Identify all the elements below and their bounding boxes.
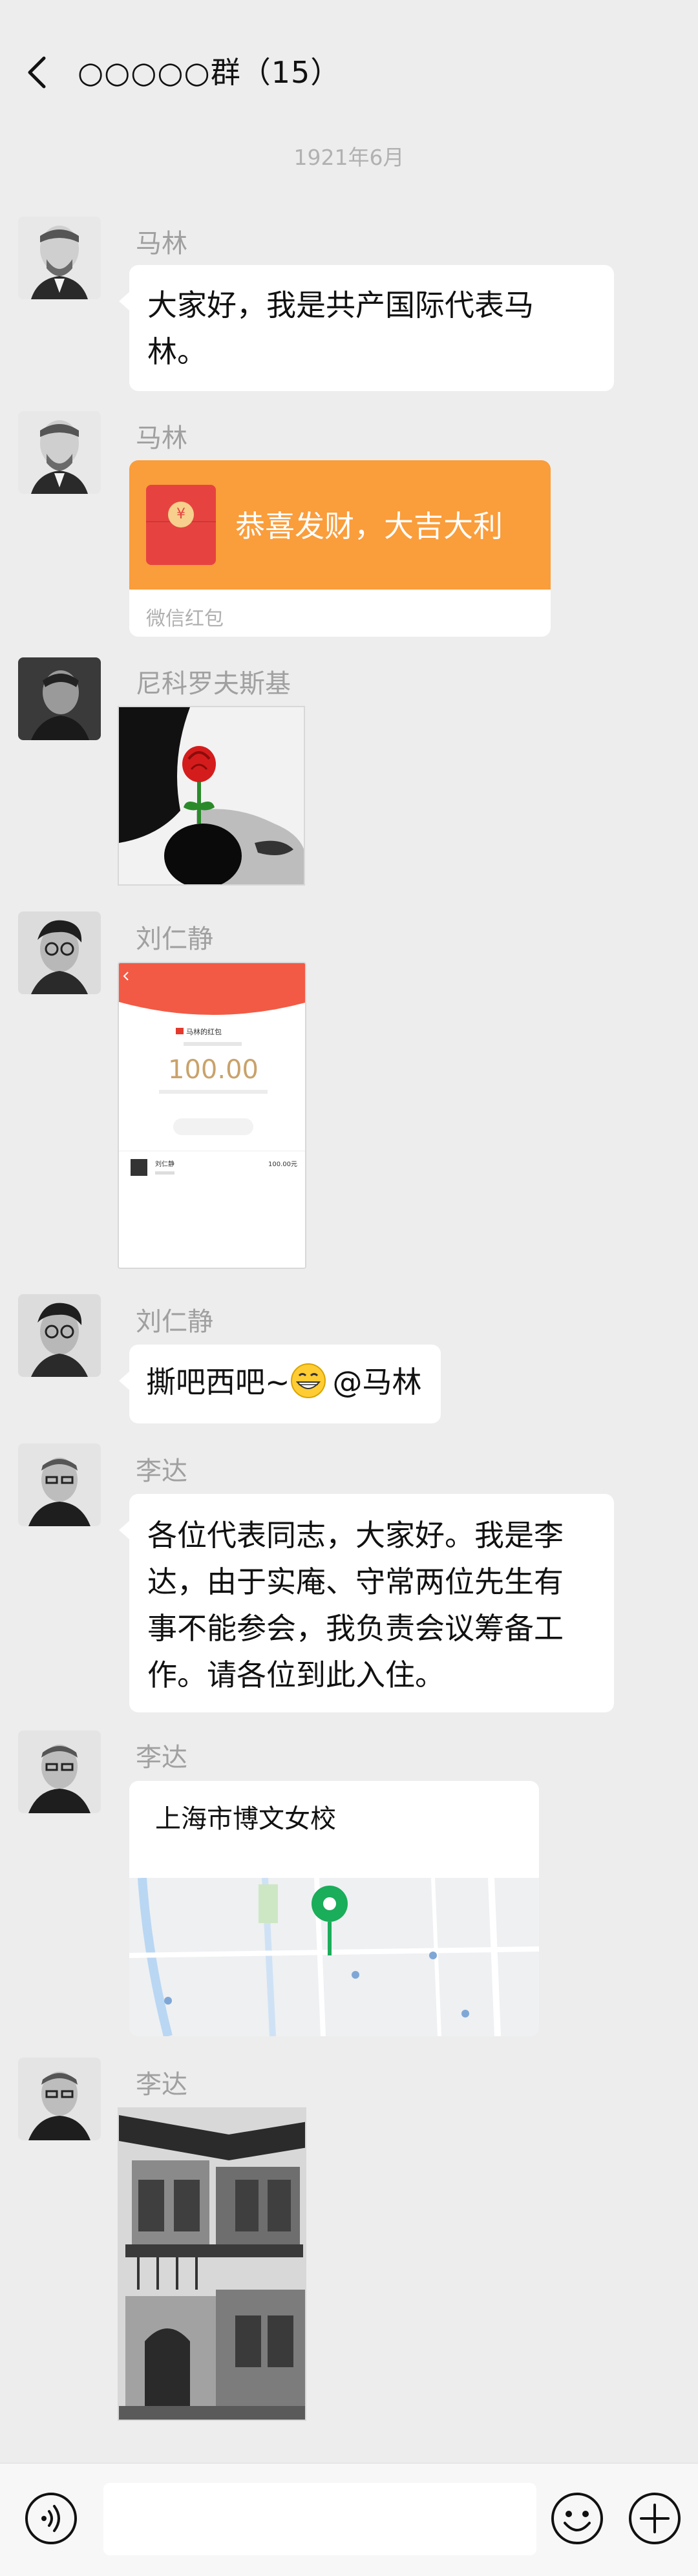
message-bubble[interactable]: 大家好，我是共产国际代表马 林。: [119, 265, 614, 391]
voice-icon[interactable]: [23, 2491, 79, 2546]
grin-emoji-icon: [290, 1363, 326, 1399]
back-icon[interactable]: [18, 47, 57, 98]
location-message[interactable]: 上海市博文女校: [129, 1781, 539, 2036]
mention-text[interactable]: @马林: [333, 1365, 422, 1400]
screenshot-payer-amount: 100.00元: [268, 1161, 297, 1168]
sender-name: 马林: [136, 423, 187, 453]
sender-name: 尼科罗夫斯基: [136, 669, 291, 699]
avatar[interactable]: [18, 2058, 101, 2140]
message-text: 作。请各位到此入住。: [147, 1657, 445, 1692]
screenshot-title: 马林的红包: [186, 1027, 222, 1036]
screenshot-image-message[interactable]: 马林的红包 100.00 刘仁静 100.00元: [118, 962, 306, 1269]
red-packet-body: ¥ 恭喜发财，大吉大利: [129, 460, 551, 590]
avatar[interactable]: [18, 411, 101, 494]
emoji-icon[interactable]: [549, 2491, 605, 2546]
avatar[interactable]: [18, 1294, 101, 1377]
message-input[interactable]: [103, 2483, 536, 2555]
input-bar: [0, 2463, 698, 2576]
sender-name: 李达: [136, 1456, 187, 1486]
message-text: 达，由于实庵、守常两位先生有: [147, 1564, 564, 1599]
message-text: 撕吧西吧~: [146, 1365, 290, 1400]
avatar[interactable]: [18, 217, 101, 299]
avatar[interactable]: [18, 1443, 101, 1526]
avatar[interactable]: [18, 1730, 101, 1813]
red-packet-icon: ¥: [146, 485, 216, 565]
plus-icon[interactable]: [627, 2491, 682, 2546]
red-packet-greeting: 恭喜发财，大吉大利: [235, 509, 503, 544]
screenshot-amount: 100.00: [168, 1055, 259, 1085]
sender-name: 刘仁静: [136, 924, 213, 954]
sender-name: 马林: [136, 229, 187, 259]
avatar[interactable]: [18, 911, 101, 994]
avatar[interactable]: [18, 657, 101, 740]
location-title: 上海市博文女校: [155, 1804, 336, 1834]
message-text: 事不能参会，我负责会议筹备工: [147, 1611, 564, 1646]
date-divider: 1921年6月: [293, 145, 405, 170]
message-bubble[interactable]: 各位代表同志，大家好。我是李 达，由于实庵、守常两位先生有 事不能参会，我负责会…: [119, 1494, 614, 1712]
sender-name: 李达: [136, 1743, 187, 1772]
sender-name: 刘仁静: [136, 1307, 213, 1337]
sender-name: 李达: [136, 2070, 187, 2100]
chat-header: ○○○○○群（15）: [0, 0, 698, 129]
image-message[interactable]: [118, 2107, 306, 2421]
message-text: 大家好，我是共产国际代表马: [147, 288, 534, 323]
red-packet-label: 微信红包: [146, 608, 224, 630]
red-packet-footer: 微信红包: [129, 590, 551, 637]
red-packet-message[interactable]: ¥ 恭喜发财，大吉大利 微信红包: [129, 460, 551, 637]
image-message[interactable]: [118, 706, 305, 886]
message-text: 林。: [147, 334, 207, 369]
message-bubble[interactable]: 撕吧西吧~ @马林: [119, 1345, 441, 1423]
message-text: 各位代表同志，大家好。我是李: [147, 1518, 564, 1553]
screenshot-payer: 刘仁静: [155, 1160, 174, 1168]
chat-title: ○○○○○群（15）: [78, 55, 341, 90]
location-map[interactable]: [129, 1877, 539, 2036]
